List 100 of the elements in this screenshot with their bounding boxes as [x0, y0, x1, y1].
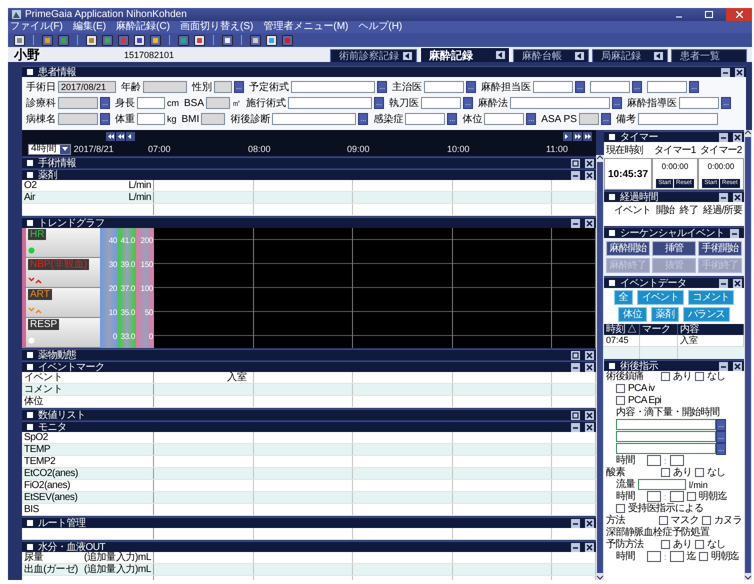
tool-icon[interactable] — [134, 34, 145, 46]
close-icon[interactable] — [733, 192, 742, 202]
text-field[interactable] — [638, 113, 718, 125]
tab[interactable]: 局麻記録 — [592, 49, 668, 62]
checkbox[interactable] — [698, 552, 708, 561]
checkbox[interactable] — [694, 372, 704, 381]
minimize-icon[interactable] — [571, 218, 580, 228]
text-field[interactable] — [647, 81, 687, 93]
text-field[interactable] — [616, 431, 716, 442]
minimize-icon[interactable] — [571, 422, 580, 432]
close-icon[interactable] — [585, 410, 594, 420]
scrollbar[interactable] — [744, 130, 752, 580]
tool-icon[interactable] — [42, 34, 53, 46]
menu-item[interactable]: 画面切り替え(S) — [180, 21, 254, 33]
minimize-icon[interactable] — [719, 362, 728, 370]
checkbox[interactable] — [616, 504, 625, 513]
close-icon[interactable] — [733, 278, 742, 288]
tool-icon[interactable] — [266, 34, 277, 46]
menu-item[interactable]: 編集(E) — [72, 21, 106, 33]
tool-icon[interactable] — [222, 34, 233, 46]
text-field[interactable] — [291, 81, 375, 93]
checkbox[interactable] — [694, 468, 704, 477]
tab[interactable]: 麻酔台帳 — [513, 49, 589, 62]
filter-button[interactable]: バランス — [683, 307, 730, 322]
close-button[interactable] — [726, 8, 752, 21]
scrollbar[interactable] — [596, 155, 604, 580]
filter-button[interactable]: 全 — [614, 290, 633, 305]
text-field[interactable] — [421, 97, 462, 109]
minimize-icon[interactable] — [719, 192, 728, 202]
close-icon[interactable] — [585, 158, 594, 168]
restore-icon[interactable] — [571, 410, 580, 420]
close-icon[interactable] — [585, 350, 594, 360]
menu-item[interactable]: ヘルプ(H) — [358, 21, 402, 33]
text-field[interactable] — [533, 81, 573, 93]
close-icon[interactable] — [585, 542, 594, 552]
text-field[interactable] — [638, 479, 686, 490]
filter-button[interactable]: イベント — [636, 290, 684, 305]
checkbox[interactable] — [702, 516, 711, 525]
text-field[interactable] — [201, 113, 226, 125]
tab[interactable]: 術前診察記録 — [330, 49, 417, 62]
close-icon[interactable] — [735, 68, 744, 76]
restore-icon[interactable] — [571, 158, 580, 168]
nav-button[interactable] — [573, 132, 582, 140]
close-icon[interactable] — [733, 362, 742, 370]
tab[interactable]: 患者一覧 — [671, 49, 747, 62]
tool-icon[interactable] — [178, 34, 189, 46]
text-field[interactable] — [590, 81, 630, 93]
text-field[interactable] — [272, 113, 356, 125]
minimize-icon[interactable] — [719, 278, 728, 288]
hour-field[interactable] — [647, 491, 661, 502]
text-field[interactable] — [510, 97, 610, 109]
text-field[interactable] — [137, 97, 165, 109]
checkbox[interactable] — [661, 468, 670, 477]
text-field[interactable] — [424, 81, 464, 93]
range-select[interactable]: 4時間 — [28, 144, 71, 154]
text-field[interactable] — [578, 113, 599, 125]
text-field[interactable] — [58, 113, 98, 125]
checkbox[interactable] — [616, 384, 625, 393]
restore-icon[interactable] — [571, 350, 580, 360]
checkbox[interactable] — [694, 540, 704, 549]
checkbox[interactable] — [616, 396, 625, 405]
close-icon[interactable] — [585, 218, 594, 228]
close-icon[interactable] — [733, 132, 742, 142]
hour-field[interactable] — [647, 455, 661, 466]
tool-icon[interactable] — [86, 34, 97, 46]
menu-item[interactable]: 管理者メニュー(M) — [263, 21, 348, 33]
checkbox[interactable] — [661, 540, 670, 549]
minimize-icon[interactable] — [721, 68, 730, 76]
text-field[interactable] — [206, 97, 230, 109]
event-button[interactable]: 手術開始 — [698, 241, 742, 256]
text-field[interactable] — [288, 97, 372, 109]
nav-button[interactable] — [106, 132, 115, 140]
nav-button[interactable] — [126, 132, 135, 140]
text-field[interactable] — [679, 97, 720, 109]
text-field[interactable] — [484, 113, 524, 125]
checkbox[interactable] — [686, 492, 696, 501]
minimize-icon[interactable] — [571, 170, 580, 180]
close-icon[interactable] — [585, 518, 594, 528]
minute-field[interactable] — [670, 455, 684, 466]
tool-icon[interactable] — [250, 34, 261, 46]
event-button[interactable]: 挿管 — [652, 241, 696, 256]
hour-field[interactable] — [647, 551, 661, 562]
minimize-icon[interactable] — [571, 542, 580, 552]
minute-field[interactable] — [670, 551, 684, 562]
tool-icon[interactable] — [194, 34, 205, 46]
text-field[interactable] — [405, 113, 446, 125]
menu-item[interactable]: 麻酔記録(C) — [116, 21, 170, 33]
filter-button[interactable]: 体位 — [618, 307, 647, 322]
menu-item[interactable]: ファイル(F) — [10, 21, 63, 33]
minimize-icon[interactable] — [571, 518, 580, 528]
text-field[interactable] — [616, 419, 716, 430]
text-field[interactable] — [137, 113, 165, 125]
text-field[interactable] — [616, 443, 716, 454]
close-icon[interactable] — [585, 170, 594, 180]
tab[interactable]: 麻酔記録 — [420, 47, 510, 62]
close-icon[interactable] — [585, 422, 594, 432]
text-field[interactable] — [214, 81, 232, 93]
nav-button[interactable] — [116, 132, 125, 140]
nav-button[interactable] — [583, 132, 592, 140]
filter-button[interactable]: コメント — [688, 290, 734, 305]
